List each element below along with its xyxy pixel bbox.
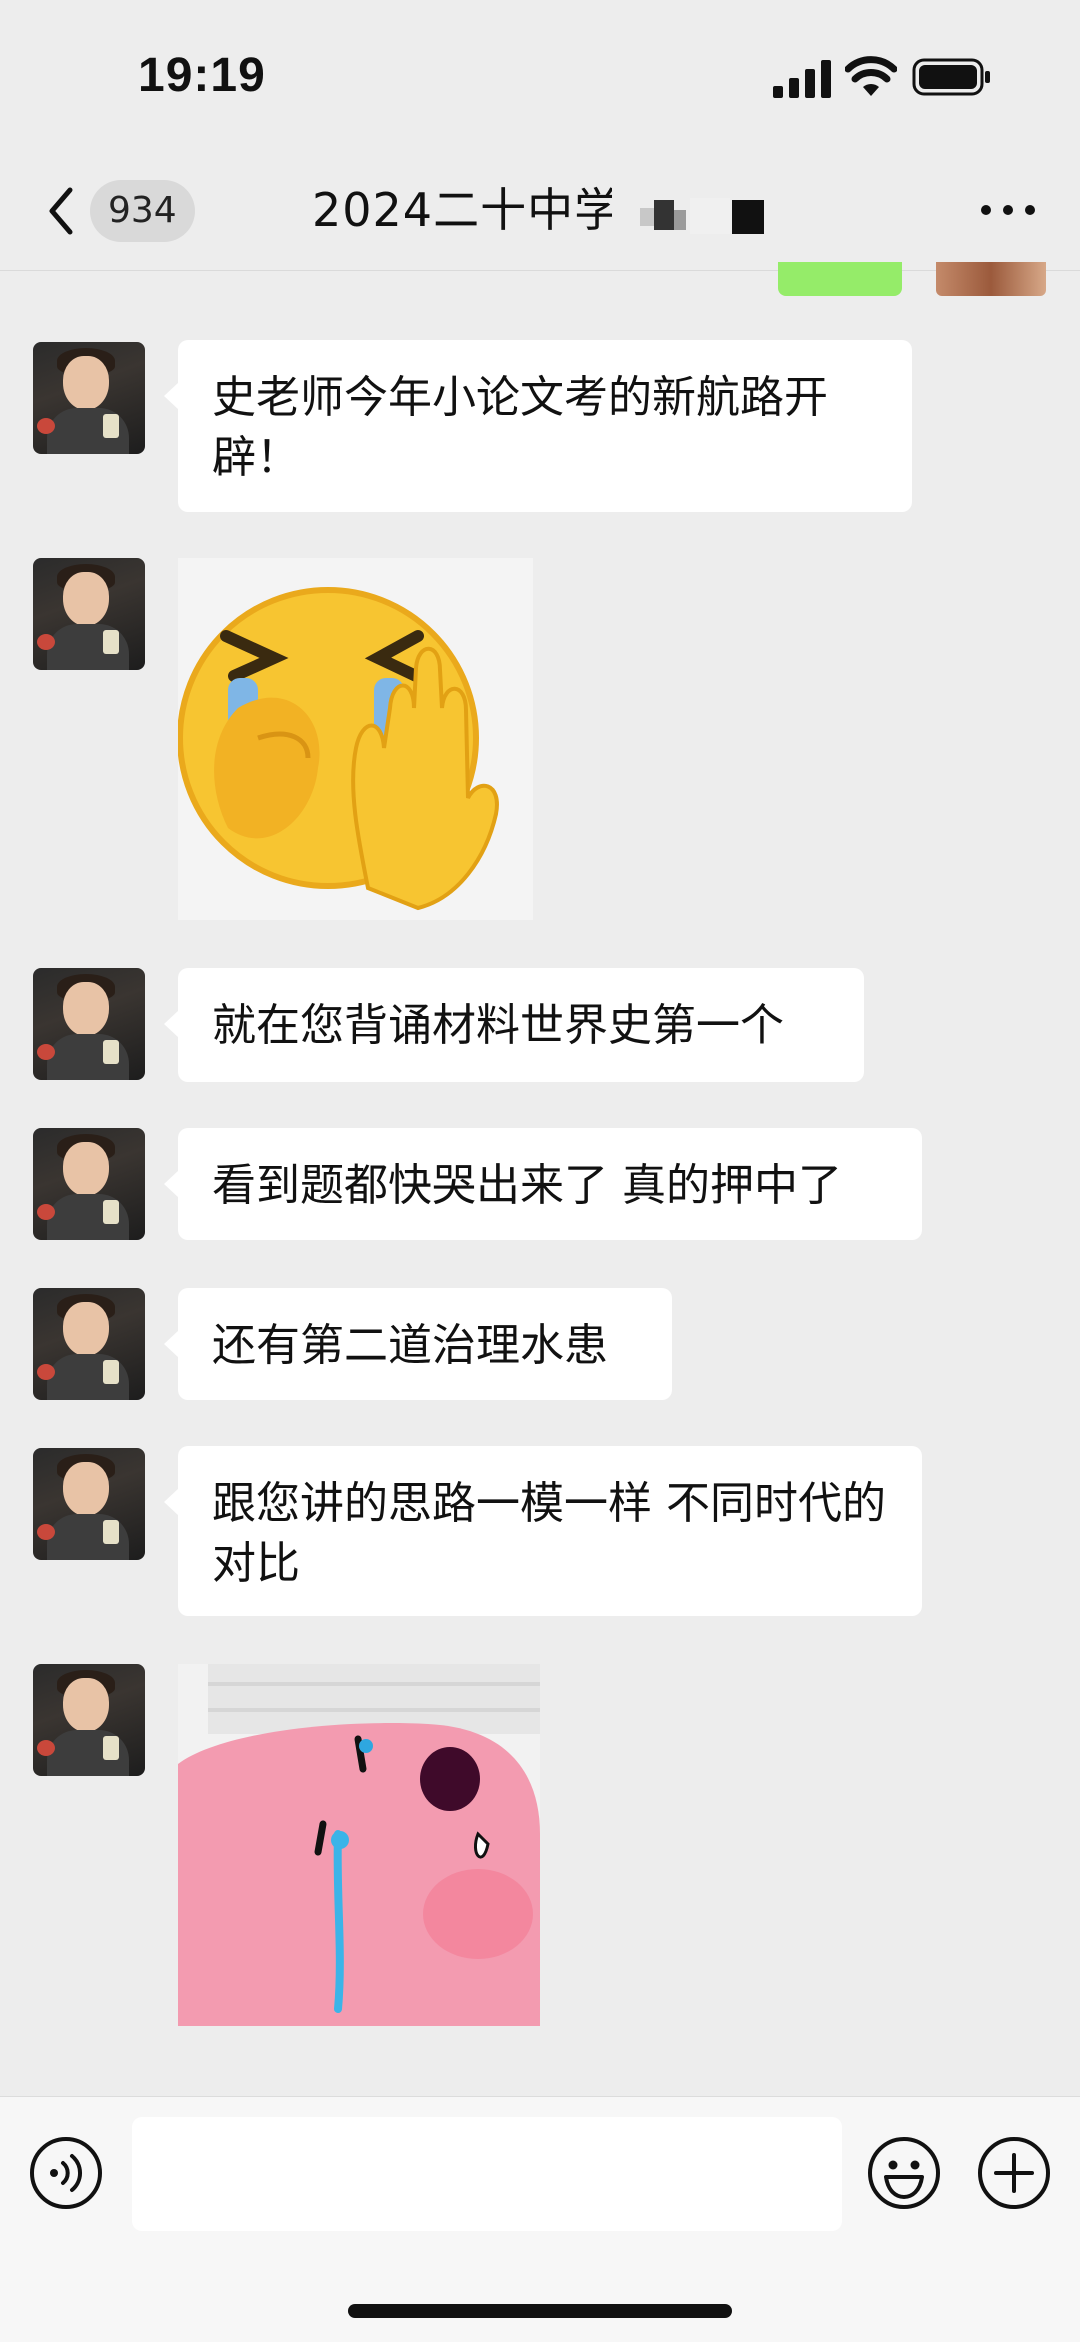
plus-button[interactable] <box>976 2135 1052 2211</box>
chevron-left-icon <box>49 187 73 235</box>
sender-avatar[interactable] <box>33 558 145 670</box>
cellular-signal-icon <box>773 60 831 98</box>
more-options-button[interactable] <box>968 180 1048 240</box>
emoji-button[interactable] <box>866 2135 942 2211</box>
status-bar: 19:19 <box>0 0 1080 150</box>
message-bubble[interactable]: 跟您讲的思路一模一样 不同时代的对比 <box>164 1446 922 1616</box>
battery-icon <box>912 58 990 96</box>
chat-header: 934 2024二十中学 <box>0 150 1080 271</box>
status-time: 19:19 <box>138 49 266 102</box>
message-bubble[interactable]: 史老师今年小论文考的新航路开辟！ <box>164 340 912 512</box>
message-bubble[interactable]: 看到题都快哭出来了 真的押中了 <box>164 1128 922 1240</box>
sender-avatar[interactable] <box>33 1288 145 1400</box>
wifi-icon <box>845 56 897 96</box>
home-indicator[interactable] <box>348 2304 732 2318</box>
message-bubble[interactable]: 就在您背诵材料世界史第一个 <box>164 968 864 1082</box>
sender-avatar[interactable] <box>33 1448 145 1560</box>
self-avatar <box>936 262 1046 296</box>
sender-avatar[interactable] <box>33 1128 145 1240</box>
sender-avatar[interactable] <box>33 968 145 1080</box>
crying-pink-blob-sticker[interactable] <box>178 1664 540 2026</box>
previous-self-message-bubble <box>778 262 902 296</box>
message-bubble[interactable]: 还有第二道治理水患 <box>164 1288 672 1400</box>
message-input[interactable] <box>132 2117 842 2231</box>
unread-count-badge: 934 <box>90 180 195 242</box>
crying-emoji-hand-sticker[interactable] <box>178 558 533 920</box>
voice-input-button[interactable] <box>28 2135 104 2211</box>
redaction-mosaic <box>640 198 764 234</box>
sender-avatar[interactable] <box>33 1664 145 1776</box>
back-button[interactable]: 934 <box>30 176 210 246</box>
chat-title[interactable]: 2024二十中学 <box>312 182 612 238</box>
sender-avatar[interactable] <box>33 342 145 454</box>
